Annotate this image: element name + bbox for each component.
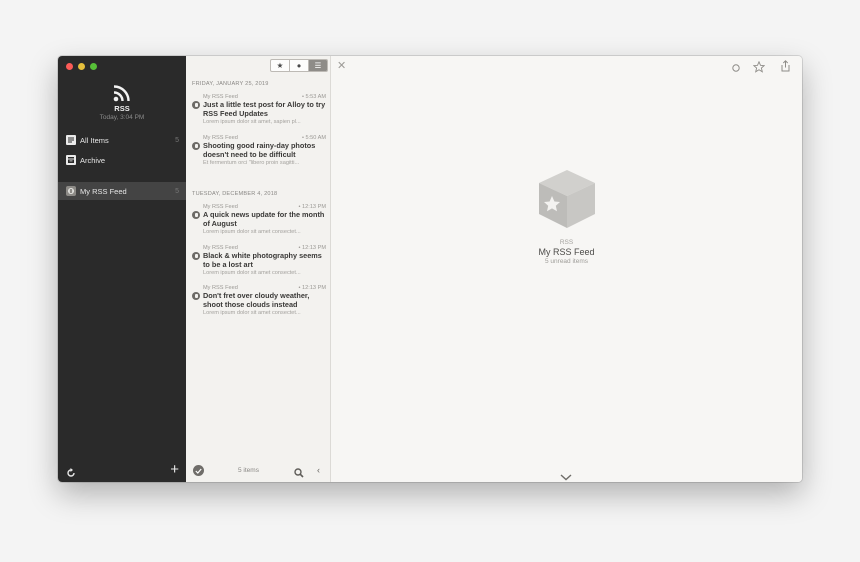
article-title: Just a little test post for Alloy to try… bbox=[203, 100, 326, 118]
collapse-chevron-left-icon[interactable]: ‹ bbox=[317, 465, 320, 475]
unread-toggle-icon[interactable] bbox=[731, 60, 741, 78]
sidebar-item-all-items[interactable]: All Items 5 bbox=[58, 131, 186, 149]
chevron-down-icon[interactable] bbox=[560, 468, 572, 482]
sidebar-item-archive[interactable]: Archive bbox=[58, 151, 186, 169]
sidebar-item-label: All Items bbox=[80, 135, 109, 145]
rss-icon bbox=[113, 85, 130, 102]
article-list-pane: ★ ● ☰ FRIDAY, JANUARY 25, 2019 My RSS Fe… bbox=[186, 56, 331, 482]
article-excerpt: Lorem ipsum dolor sit amet consectet... bbox=[203, 229, 301, 235]
unread-count: 5 bbox=[175, 136, 179, 144]
unread-filter-icon[interactable]: ● bbox=[290, 60, 309, 71]
feed-account-label: RSS bbox=[559, 239, 574, 246]
all-items-icon bbox=[65, 135, 76, 146]
list-item[interactable]: My RSS Feed • 12:13 PM A quick news updat… bbox=[192, 204, 326, 236]
list-item[interactable]: My RSS Feed • 12:13 PM Don't fret over cl… bbox=[192, 285, 326, 317]
unread-count: 5 bbox=[175, 187, 179, 195]
article-excerpt: Lorem ipsum dolor sit amet consectet... bbox=[203, 270, 301, 276]
add-feed-button[interactable]: + bbox=[170, 462, 179, 477]
starred-filter-icon[interactable]: ★ bbox=[271, 60, 290, 71]
feed-icon bbox=[192, 292, 200, 300]
search-icon[interactable] bbox=[294, 465, 304, 482]
item-count: 5 items bbox=[238, 467, 259, 474]
all-filter-icon[interactable]: ☰ bbox=[309, 60, 327, 71]
close-icon[interactable]: ✕ bbox=[337, 59, 346, 72]
feed-icon bbox=[65, 186, 76, 197]
date-header: FRIDAY, JANUARY 25, 2019 bbox=[192, 81, 269, 87]
minimize-window-button[interactable] bbox=[78, 63, 85, 70]
feed-icon bbox=[192, 101, 200, 109]
sidebar: RSS Today, 3:04 PM All Items 5 Archive M… bbox=[58, 56, 186, 482]
zoom-window-button[interactable] bbox=[90, 63, 97, 70]
app-window: RSS Today, 3:04 PM All Items 5 Archive M… bbox=[58, 56, 802, 482]
article-excerpt: Et fermentum orci "libero proin sagitti.… bbox=[203, 160, 300, 166]
feed-icon bbox=[192, 211, 200, 219]
archive-icon bbox=[65, 155, 76, 166]
sidebar-item-label: Archive bbox=[80, 155, 106, 165]
list-item[interactable]: My RSS Feed • 5:53 AM Just a little test … bbox=[192, 94, 326, 126]
feed-box-icon bbox=[538, 170, 595, 228]
article-title: Don't fret over cloudy weather, shoot th… bbox=[203, 291, 310, 309]
star-icon[interactable] bbox=[752, 60, 766, 78]
feed-icon bbox=[192, 142, 200, 150]
share-icon[interactable] bbox=[780, 59, 791, 77]
article-title: Black & white photography seems to be a … bbox=[203, 251, 322, 269]
sidebar-toolbar: + bbox=[58, 460, 186, 482]
article-excerpt: Lorem ipsum dolor sit amet consectet... bbox=[203, 310, 301, 316]
feed-title: My RSS Feed bbox=[538, 247, 595, 257]
filter-segmented-control: ★ ● ☰ bbox=[270, 59, 328, 72]
feed-unread-count: 5 unread items bbox=[545, 258, 588, 265]
article-title: A quick news update for the month of Aug… bbox=[203, 210, 325, 228]
mark-all-read-icon[interactable] bbox=[193, 465, 204, 476]
date-header: TUESDAY, DECEMBER 4, 2018 bbox=[192, 191, 278, 197]
list-item[interactable]: My RSS Feed • 12:13 PM Black & white phot… bbox=[192, 245, 326, 277]
last-refresh-time: Today, 3:04 PM bbox=[99, 114, 145, 121]
window-controls bbox=[66, 63, 97, 70]
feed-placeholder bbox=[331, 168, 802, 235]
detail-pane: ✕ RSS My RSS Feed 5 unread items bbox=[331, 56, 802, 482]
sidebar-item-my-rss-feed[interactable]: My RSS Feed 5 bbox=[58, 182, 186, 200]
list-item[interactable]: My RSS Feed • 5:50 AM Shooting good rainy… bbox=[192, 135, 326, 167]
list-toolbar: 5 items ‹ bbox=[186, 460, 330, 482]
article-title: Shooting good rainy-day photos doesn't n… bbox=[203, 141, 316, 159]
sidebar-item-label: My RSS Feed bbox=[80, 186, 127, 196]
article-excerpt: Lorem ipsum dolor sit amet, sapien pl... bbox=[203, 119, 301, 125]
feed-info: RSS My RSS Feed 5 unread items bbox=[331, 239, 802, 265]
refresh-icon[interactable] bbox=[66, 465, 76, 482]
account-name: RSS bbox=[114, 104, 130, 113]
close-window-button[interactable] bbox=[66, 63, 73, 70]
account-header: RSS Today, 3:04 PM bbox=[58, 84, 186, 121]
feed-icon bbox=[192, 252, 200, 260]
